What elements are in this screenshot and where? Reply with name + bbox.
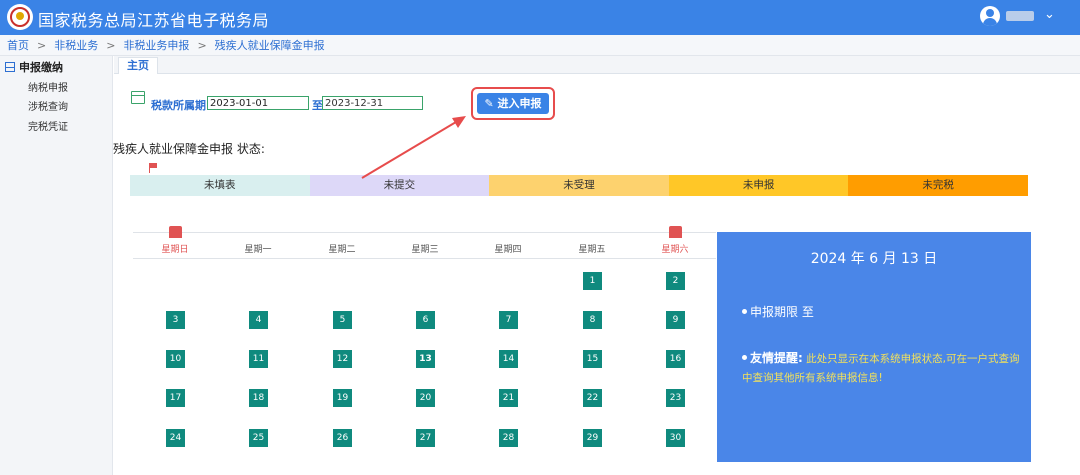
calendar: 星期日 星期一 星期二 星期三 星期四 星期五 星期六 1 2 3 4 5 6 7 8 9 10 11 12 13 14… — [133, 226, 716, 470]
weekday-label: 星期三 — [411, 245, 439, 255]
sidebar-item-tax-certificate[interactable]: 完税凭证 — [28, 118, 68, 133]
period-start-input[interactable] — [207, 96, 309, 110]
bullet-icon — [742, 309, 747, 314]
calendar-day[interactable]: 14 — [499, 350, 518, 368]
friendly-reminder: 友情提醒: 此处只显示在本系统申报状态,可在一户式查询中查询其他所有系统申报信息… — [742, 351, 1020, 384]
calendar-day[interactable]: 11 — [249, 350, 268, 368]
calendar-day[interactable]: 3 — [166, 311, 185, 329]
edit-icon: ✎ — [484, 97, 494, 110]
tab-strip: 主页 — [114, 56, 1080, 74]
calendar-day[interactable]: 4 — [249, 311, 268, 329]
calendar-day[interactable]: 16 — [666, 350, 685, 368]
period-label: 税款所属期: — [151, 99, 211, 112]
calendar-day[interactable]: 9 — [666, 311, 685, 329]
sidebar-section-declare[interactable]: 申报缴纳 — [5, 59, 63, 75]
period-end-input[interactable] — [322, 96, 423, 110]
breadcrumb-home[interactable]: 首页 — [7, 35, 29, 56]
calendar-day[interactable]: 15 — [583, 350, 602, 368]
calendar-day[interactable]: 7 — [499, 311, 518, 329]
weekend-flag-icon — [669, 226, 682, 238]
calendar-header-divider — [133, 258, 716, 259]
chevron-down-icon[interactable]: ⌄ — [1044, 7, 1055, 22]
calendar-day[interactable]: 12 — [333, 350, 352, 368]
weekday-label: 星期六 — [661, 245, 689, 255]
calendar-day[interactable]: 13 — [416, 350, 435, 368]
weekday-label: 星期一 — [244, 245, 272, 255]
calendar-day[interactable]: 27 — [416, 429, 435, 447]
weekend-flag-icon — [169, 226, 182, 238]
user-avatar-icon[interactable] — [980, 6, 1000, 26]
calendar-day[interactable]: 21 — [499, 389, 518, 407]
status-title: 残疾人就业保障金申报 状态: — [113, 142, 265, 156]
tax-bureau-logo — [7, 4, 33, 30]
weekday-label: 星期日 — [161, 245, 189, 255]
status-segment: 未申报 — [668, 175, 849, 196]
calendar-day[interactable]: 24 — [166, 429, 185, 447]
grid-icon — [5, 62, 15, 72]
calendar-icon — [131, 91, 145, 104]
calendar-day[interactable]: 17 — [166, 389, 185, 407]
info-panel: 2024 年 6 月 13 日 申报期限 至 友情提醒: 此处只显示在本系统申报… — [717, 232, 1031, 462]
sidebar-item-tax-declare[interactable]: 纳税申报 — [28, 79, 68, 94]
sidebar: 申报缴纳 纳税申报 涉税查询 完税凭证 — [0, 56, 113, 475]
status-segment: 未填表 — [130, 175, 310, 196]
status-segment: 未受理 — [489, 175, 669, 196]
sidebar-item-tax-query[interactable]: 涉税查询 — [28, 98, 68, 113]
declare-deadline: 申报期限 至 — [742, 303, 814, 320]
top-bar: 国家税务总局江苏省电子税务局 ⌄ — [0, 0, 1080, 35]
calendar-day[interactable]: 28 — [499, 429, 518, 447]
calendar-day[interactable]: 19 — [333, 389, 352, 407]
breadcrumb-nontax[interactable]: 非税业务 — [54, 35, 98, 56]
highlight-box: ✎ 进入申报 — [471, 87, 555, 120]
weekday-label: 星期五 — [578, 245, 606, 255]
status-segment: 未完税 — [848, 175, 1028, 196]
enter-declare-button[interactable]: ✎ 进入申报 — [477, 93, 549, 114]
tab-home[interactable]: 主页 — [118, 57, 158, 74]
calendar-day[interactable]: 22 — [583, 389, 602, 407]
calendar-day[interactable]: 6 — [416, 311, 435, 329]
calendar-day[interactable]: 2 — [666, 272, 685, 290]
app-title: 国家税务总局江苏省电子税务局 — [38, 11, 270, 30]
flag-icon — [149, 163, 157, 173]
calendar-day[interactable]: 5 — [333, 311, 352, 329]
calendar-day[interactable]: 23 — [666, 389, 685, 407]
calendar-day[interactable]: 8 — [583, 311, 602, 329]
breadcrumb: 首页 > 非税业务 > 非税业务申报 > 残疾人就业保障金申报 — [0, 35, 1080, 56]
status-bar: 未填表 未提交 未受理 未申报 未完税 — [130, 175, 1028, 196]
calendar-day[interactable]: 25 — [249, 429, 268, 447]
bullet-icon — [742, 355, 747, 360]
breadcrumb-disability-fund[interactable]: 残疾人就业保障金申报 — [215, 35, 325, 56]
weekday-label: 星期二 — [328, 245, 356, 255]
user-name[interactable] — [1006, 11, 1034, 21]
calendar-day[interactable]: 18 — [249, 389, 268, 407]
calendar-day[interactable]: 30 — [666, 429, 685, 447]
status-segment: 未提交 — [309, 175, 490, 196]
calendar-day[interactable]: 10 — [166, 350, 185, 368]
info-date: 2024 年 6 月 13 日 — [810, 251, 938, 267]
calendar-day[interactable]: 26 — [333, 429, 352, 447]
calendar-day[interactable]: 29 — [583, 429, 602, 447]
breadcrumb-nontax-declare[interactable]: 非税业务申报 — [123, 35, 189, 56]
calendar-top-divider — [133, 232, 716, 233]
weekday-label: 星期四 — [494, 245, 522, 255]
calendar-day[interactable]: 1 — [583, 272, 602, 290]
calendar-day[interactable]: 20 — [416, 389, 435, 407]
